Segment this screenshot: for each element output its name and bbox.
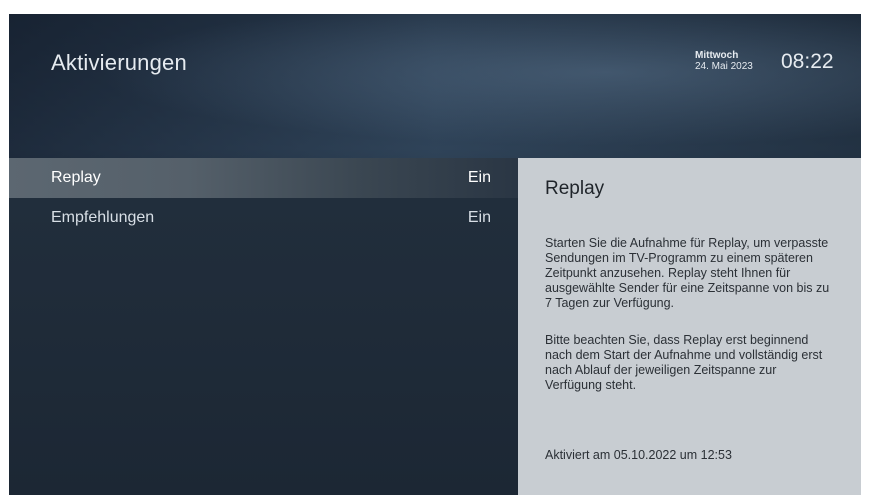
list-item-label: Empfehlungen	[51, 209, 155, 226]
detail-panel: Replay Starten Sie die Aufnahme für Repl…	[518, 158, 861, 495]
page-title: Aktivierungen	[51, 50, 187, 75]
date-display: Mittwoch 24. Mai 2023	[695, 50, 753, 72]
list-item-value: Ein	[467, 209, 491, 226]
tv-screen: Aktivierungen Mittwoch 24. Mai 2023 08:2…	[9, 14, 861, 495]
clock: 08:22	[781, 50, 834, 73]
activation-list: Replay Ein Empfehlungen Ein	[9, 158, 518, 495]
activation-timestamp: Aktiviert am 05.10.2022 um 12:53	[545, 448, 732, 462]
list-item-replay[interactable]: Replay Ein	[9, 158, 518, 198]
list-item-label: Replay	[51, 169, 101, 186]
weekday-label: Mittwoch	[695, 50, 739, 61]
list-item-empfehlungen[interactable]: Empfehlungen Ein	[9, 198, 518, 238]
detail-description: Starten Sie die Aufnahme für Replay, um …	[545, 236, 830, 310]
list-item-value: Ein	[467, 169, 491, 186]
date-label: 24. Mai 2023	[695, 61, 753, 72]
detail-note: Bitte beachten Sie, dass Replay erst beg…	[545, 333, 823, 392]
detail-title: Replay	[545, 178, 605, 199]
